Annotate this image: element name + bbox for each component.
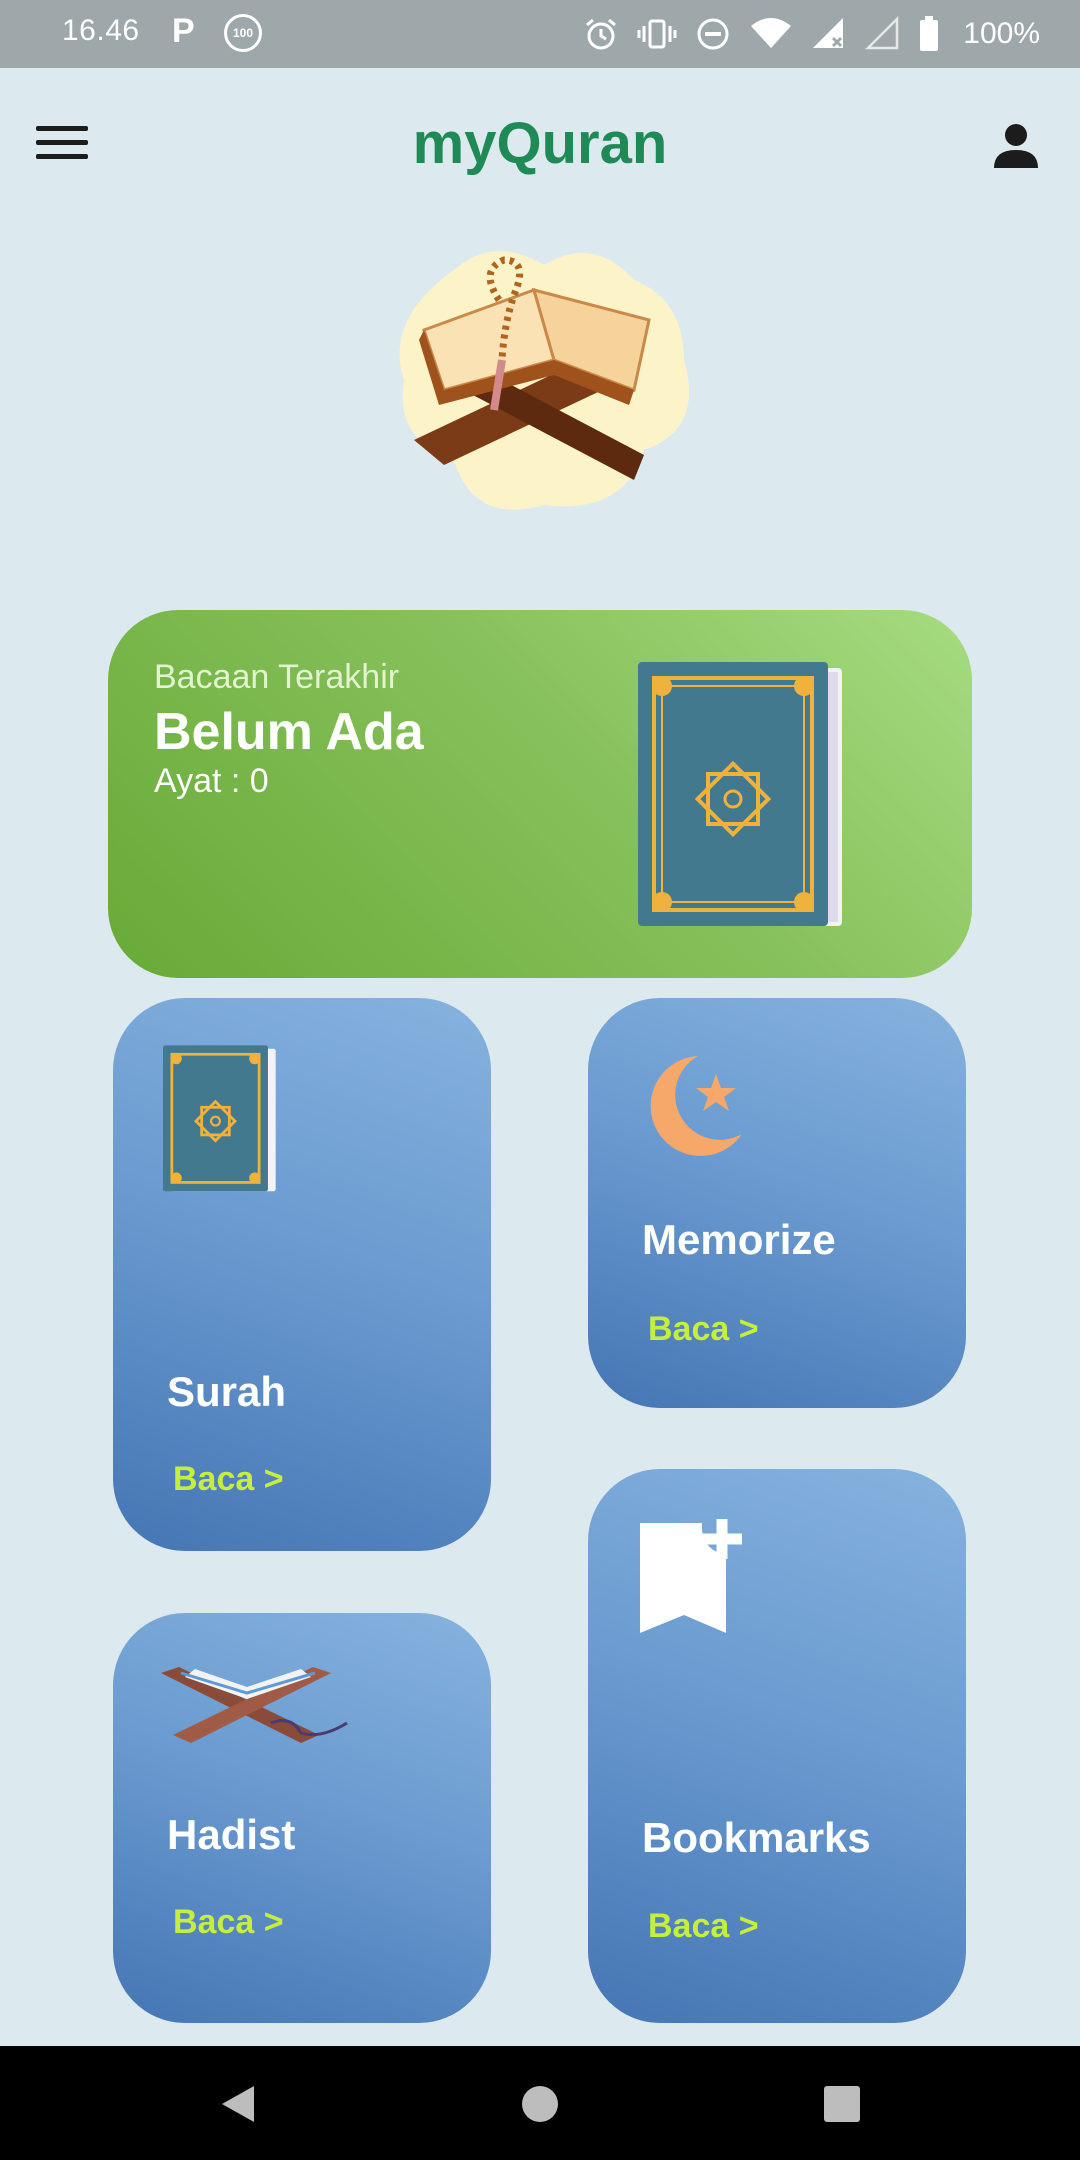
crescent-star-icon [650, 1056, 742, 1156]
app-bar: myQuran [0, 68, 1080, 218]
status-icons: 100% [583, 10, 1040, 58]
last-read-ayat: Ayat : 0 [154, 762, 269, 800]
profile-icon[interactable] [988, 118, 1044, 174]
last-read-card[interactable]: Bacaan Terakhir Belum Ada Ayat : 0 [108, 610, 972, 978]
signal-icon [813, 18, 844, 48]
last-read-label: Bacaan Terakhir [154, 658, 400, 696]
bookmark-add-icon [640, 1519, 742, 1633]
last-read-title: Belum Ada [154, 703, 424, 761]
notification-100-icon: 100 [224, 14, 262, 52]
alarm-icon [586, 18, 617, 50]
surah-read-link[interactable]: Baca > [173, 1460, 284, 1499]
status-bar: 16.46 P 100 100% [0, 0, 1080, 68]
vibrate-icon [637, 19, 677, 49]
hadist-card[interactable]: Hadist Baca > [113, 1613, 491, 2023]
bookmarks-title: Bookmarks [642, 1814, 871, 1861]
memorize-title: Memorize [642, 1216, 836, 1263]
surah-title: Surah [167, 1368, 287, 1415]
bookmarks-read-link[interactable]: Baca > [648, 1907, 759, 1946]
hadist-read-link[interactable]: Baca > [173, 1903, 284, 1942]
wifi-icon [751, 18, 792, 48]
surah-card[interactable]: Surah Baca > [113, 998, 491, 1551]
quran-stand-icon [161, 1667, 348, 1743]
memorize-read-link[interactable]: Baca > [648, 1310, 759, 1349]
memorize-card[interactable]: Memorize Baca > [588, 998, 966, 1408]
battery-icon [920, 16, 939, 51]
quran-stand-illustration [399, 251, 689, 510]
battery-percent: 100% [963, 17, 1040, 50]
back-icon[interactable] [216, 2082, 260, 2126]
do-not-disturb-icon [697, 18, 729, 50]
system-nav-bar [0, 2046, 1080, 2160]
notification-p-icon: P [172, 12, 195, 50]
recents-icon[interactable] [820, 2082, 864, 2126]
hadist-title: Hadist [167, 1811, 296, 1858]
app-title: myQuran [412, 111, 668, 176]
home-icon[interactable] [518, 2082, 562, 2126]
quran-book-icon [163, 1045, 276, 1192]
bookmarks-card[interactable]: Bookmarks Baca > [588, 1469, 966, 2023]
status-time: 16.46 [62, 14, 140, 47]
quran-book-icon [638, 662, 842, 926]
signal-empty-icon [865, 16, 899, 50]
